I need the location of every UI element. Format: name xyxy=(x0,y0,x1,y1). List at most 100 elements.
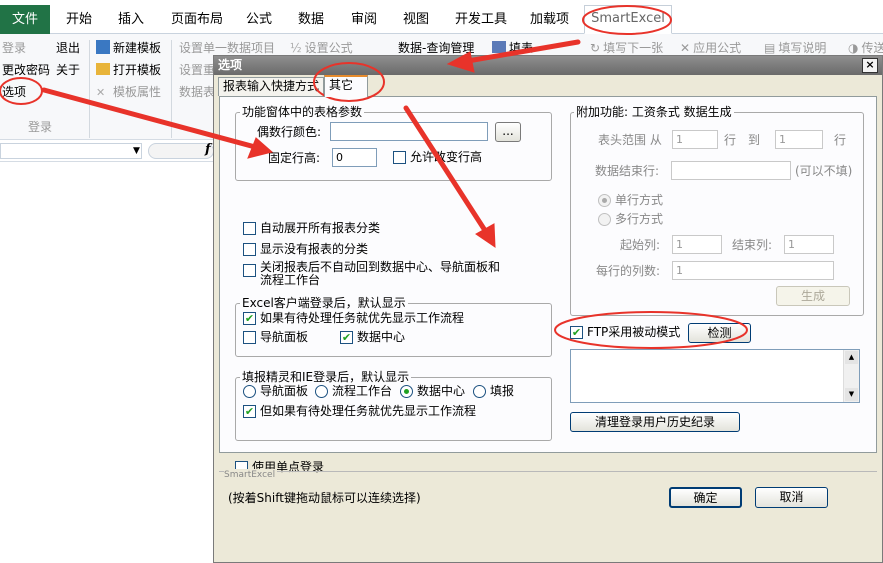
excel-nav-panel-label: 导航面板 xyxy=(260,330,309,344)
formula-bar: ▼ f xyxy=(0,140,225,162)
hint-label: (按着Shift键拖动鼠标可以连续选择) xyxy=(228,491,421,505)
open-template-button[interactable]: 打开模板 xyxy=(96,61,161,79)
footer-divider xyxy=(219,471,877,472)
scroll-up-icon[interactable]: ▲ xyxy=(845,351,858,364)
row-to-label: 行 到 xyxy=(724,133,761,147)
fill-next-label: 填写下一张 xyxy=(603,41,664,55)
user-history-list[interactable]: ▲ ▼ xyxy=(570,349,860,403)
tab-page-layout[interactable]: 页面布局 xyxy=(171,8,223,32)
fill-label: 填表 xyxy=(509,41,534,55)
ribbon-separator xyxy=(89,40,90,138)
logout-button[interactable]: 退出 xyxy=(56,39,80,57)
start-col-label: 起始列: xyxy=(620,238,661,252)
list-scrollbar[interactable]: ▲ ▼ xyxy=(843,350,859,402)
set-repeat-button[interactable]: 设置重 xyxy=(179,61,215,79)
excel-client-title: Excel客户端登录后，默认显示 xyxy=(240,296,408,310)
ok-button[interactable]: 确定 xyxy=(669,487,742,508)
options-button[interactable]: 选项 xyxy=(2,83,26,101)
fill-workflow-label: 流程工作台 xyxy=(332,384,393,398)
ribbon-tab-bar: 文件 开始 插入 页面布局 公式 数据 审阅 视图 开发工具 加载项 Smart… xyxy=(0,0,883,34)
options-dialog: 选项 × 报表输入快捷方式 其它 功能窗体中的表格参数 偶数行颜色: ... 固… xyxy=(213,55,883,563)
ftp-passive-label: FTP采用被动模式 xyxy=(587,325,681,339)
clear-history-button[interactable]: 清理登录用户历史纪录 xyxy=(570,412,740,432)
table-params-title: 功能窗体中的表格参数 xyxy=(240,105,365,119)
end-col-label: 结束列: xyxy=(732,238,773,252)
data-table-button[interactable]: 数据表 xyxy=(179,83,215,101)
tab-file[interactable]: 文件 xyxy=(0,5,50,34)
login-button[interactable]: 登录 xyxy=(2,39,26,57)
set-formula-label: 设置公式 xyxy=(304,41,353,55)
tab-report-shortcuts[interactable]: 报表输入快捷方式 xyxy=(218,77,324,96)
fill-workflow-radio[interactable] xyxy=(315,385,328,398)
scroll-down-icon[interactable]: ▼ xyxy=(845,388,858,401)
fill-pending-first-checkbox[interactable]: ✔ xyxy=(243,405,256,418)
apply-formula-label: 应用公式 xyxy=(693,41,742,55)
cols-per-row-field[interactable]: 1 xyxy=(672,261,834,280)
close-report-label-2: 流程工作台 xyxy=(260,273,321,287)
tab-smartexcel[interactable]: SmartExcel xyxy=(584,5,672,34)
cancel-button[interactable]: 取消 xyxy=(755,487,828,508)
send-icon: ◑ xyxy=(848,41,859,55)
tab-data[interactable]: 数据 xyxy=(298,8,324,32)
fill-nav-panel-radio[interactable] xyxy=(243,385,256,398)
tab-formulas[interactable]: 公式 xyxy=(246,8,272,32)
dialog-title: 选项 xyxy=(218,58,243,72)
fill-fill-radio[interactable] xyxy=(473,385,486,398)
optional-label: (可以不填) xyxy=(795,164,853,178)
tab-developer[interactable]: 开发工具 xyxy=(455,8,507,32)
tab-addins[interactable]: 加载项 xyxy=(530,8,569,32)
show-empty-checkbox[interactable] xyxy=(243,243,256,256)
header-row-to-field[interactable]: 1 xyxy=(775,130,823,149)
data-end-row-field[interactable] xyxy=(671,161,791,180)
allow-change-height-checkbox[interactable] xyxy=(393,151,406,164)
excel-pending-first-checkbox[interactable]: ✔ xyxy=(243,312,256,325)
template-props-label: 模板属性 xyxy=(113,85,162,99)
excel-nav-panel-checkbox[interactable] xyxy=(243,331,256,344)
color-browse-button[interactable]: ... xyxy=(495,122,521,142)
fill-data-center-radio[interactable] xyxy=(400,385,413,398)
send-label: 传送 xyxy=(861,41,883,55)
fill-help-label: 填写说明 xyxy=(778,41,827,55)
header-row-from-field[interactable]: 1 xyxy=(672,130,718,149)
folder-icon xyxy=(96,63,110,75)
template-props-button[interactable]: ✕ 模板属性 xyxy=(96,83,161,101)
formula-icon: ½ xyxy=(290,41,302,55)
detect-button[interactable]: 检测 xyxy=(688,323,751,343)
fill-wizard-title: 填报精灵和IE登录后，默认显示 xyxy=(240,370,412,384)
ftp-passive-checkbox[interactable]: ✔ xyxy=(570,326,583,339)
auto-expand-label: 自动展开所有报表分类 xyxy=(260,221,381,235)
dialog-titlebar[interactable]: 选项 × xyxy=(214,56,882,75)
excel-data-center-checkbox[interactable]: ✔ xyxy=(340,331,353,344)
multi-row-radio[interactable] xyxy=(598,213,611,226)
even-row-color-label: 偶数行颜色: xyxy=(257,125,322,139)
generate-button[interactable]: 生成 xyxy=(776,286,850,306)
close-report-checkbox[interactable] xyxy=(243,264,256,277)
fill-data-center-label: 数据中心 xyxy=(417,384,466,398)
ribbon-separator xyxy=(171,40,172,138)
tab-home[interactable]: 开始 xyxy=(66,8,92,32)
end-col-field[interactable]: 1 xyxy=(784,235,834,254)
fixed-row-height-field[interactable]: 0 xyxy=(332,148,377,167)
auto-expand-checkbox[interactable] xyxy=(243,222,256,235)
tab-other[interactable]: 其它 xyxy=(324,75,368,97)
tab-insert[interactable]: 插入 xyxy=(118,8,144,32)
tab-review[interactable]: 审阅 xyxy=(351,8,377,32)
name-box[interactable] xyxy=(0,143,142,159)
single-row-radio[interactable] xyxy=(598,194,611,207)
apply-formula-icon: ✕ xyxy=(680,41,691,55)
even-row-color-field[interactable] xyxy=(330,122,488,141)
row-unit-label: 行 xyxy=(834,133,847,147)
new-template-button[interactable]: 新建模板 xyxy=(96,39,161,57)
fill-pending-first-label: 但如果有待处理任务就优先显示工作流程 xyxy=(260,404,477,418)
about-button[interactable]: 关于 xyxy=(56,61,80,79)
start-col-field[interactable]: 1 xyxy=(672,235,722,254)
name-box-dropdown-icon[interactable]: ▼ xyxy=(133,143,140,159)
footer-group-label: SmartExcel xyxy=(224,469,278,481)
tools-icon: ✕ xyxy=(96,86,106,99)
change-password-button[interactable]: 更改密码 xyxy=(2,61,50,79)
multi-row-label: 多行方式 xyxy=(615,212,664,226)
data-end-row-label: 数据结束行: xyxy=(595,164,660,178)
tab-view[interactable]: 视图 xyxy=(403,8,429,32)
fx-icon[interactable]: f xyxy=(205,142,211,157)
close-icon[interactable]: × xyxy=(862,58,878,73)
